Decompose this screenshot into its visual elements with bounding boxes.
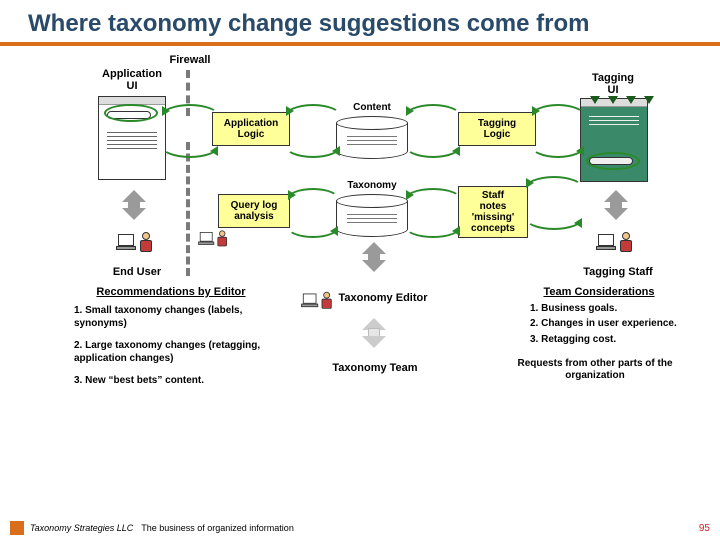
team-heading: Team Considerations [510,286,688,298]
arrow-appui-user [116,190,152,220]
arc-query-tax-bot [286,214,340,238]
tag-arrow-2-icon [608,96,618,104]
arrow-editor-team [356,318,392,348]
team-item-2: 2. Changes in user experience. [530,317,688,331]
arc-staff-tagui-top [524,176,584,202]
arc-staff-tagui-bot [524,204,584,230]
page-number: 95 [699,523,710,534]
app-logic-box: Application Logic [212,112,290,146]
arc-tax-staff-bot [404,214,462,238]
staff-notes-box: Staff notes 'missing' concepts [458,186,528,238]
footer-block-icon [10,521,24,535]
footer-brand: Taxonomy Strategies LLC [30,523,133,533]
team-requests: Requests from other parts of the organiz… [510,358,680,381]
taxonomy-db: Taxonomy [336,194,408,237]
tag-arrow-1-icon [590,96,600,104]
arc-appui-applogic-bot [160,132,220,158]
app-ui-highlight [104,104,158,122]
slide-title: Where taxonomy change suggestions come f… [0,0,720,40]
arc-taglogic-tagui-bot [530,132,586,158]
arc-content-taglogic-top [404,104,462,130]
tag-arrow-3-icon [626,96,636,104]
end-user-icon [118,228,156,260]
team-item-3: 3. Retagging cost. [530,333,688,347]
arc-tax-staff-top [404,188,462,212]
arc-taglogic-tagui-top [530,104,586,130]
footer: Taxonomy Strategies LLC The business of … [0,516,720,540]
team-item-1: 1. Business goals. [530,302,688,316]
arc-applogic-content-bot [284,132,342,158]
query-user-icon [200,227,230,253]
end-user-label: End User [102,266,172,279]
app-ui-label: Application UI [92,68,172,93]
tax-editor-label: Taxonomy Editor [328,292,438,305]
firewall-line-lower [186,142,190,276]
tag-ui-highlight [586,152,640,170]
tag-logic-box: Tagging Logic [458,112,536,146]
taxonomy-db-label: Taxonomy [336,180,408,191]
tag-staff-label: Tagging Staff [568,266,668,279]
arc-applogic-content-top [284,104,342,130]
tax-team-label: Taxonomy Team [320,362,430,375]
recommendation-1: 1. Small taxonomy changes (labels, synon… [74,304,268,331]
recommendation-3: 3. New “best bets” content. [74,374,268,388]
recommendations-block: Recommendations by Editor 1. Small taxon… [74,286,268,388]
arrow-taxonomy-editor [356,242,392,272]
tag-ui-label: Tagging UI [578,72,648,97]
diagram-canvas: Firewall Application UI Tagging UI Appli… [0,46,720,466]
tag-staff-icon [598,228,636,260]
query-log-box: Query log analysis [218,194,290,228]
arc-content-taglogic-bot [404,132,462,158]
content-db-label: Content [336,102,408,113]
footer-tagline: The business of organized information [141,523,294,533]
firewall-label: Firewall [160,54,220,67]
tag-arrow-4-icon [644,96,654,104]
arrow-tagui-staff [598,190,634,220]
arc-query-tax-top [286,188,340,212]
content-db: Content [336,116,408,159]
team-considerations-block: Team Considerations 1. Business goals. 2… [510,286,688,382]
arc-appui-applogic-top [160,104,220,130]
recommendation-2: 2. Large taxonomy changes (retagging, ap… [74,339,268,366]
recommendations-heading: Recommendations by Editor [74,286,268,298]
